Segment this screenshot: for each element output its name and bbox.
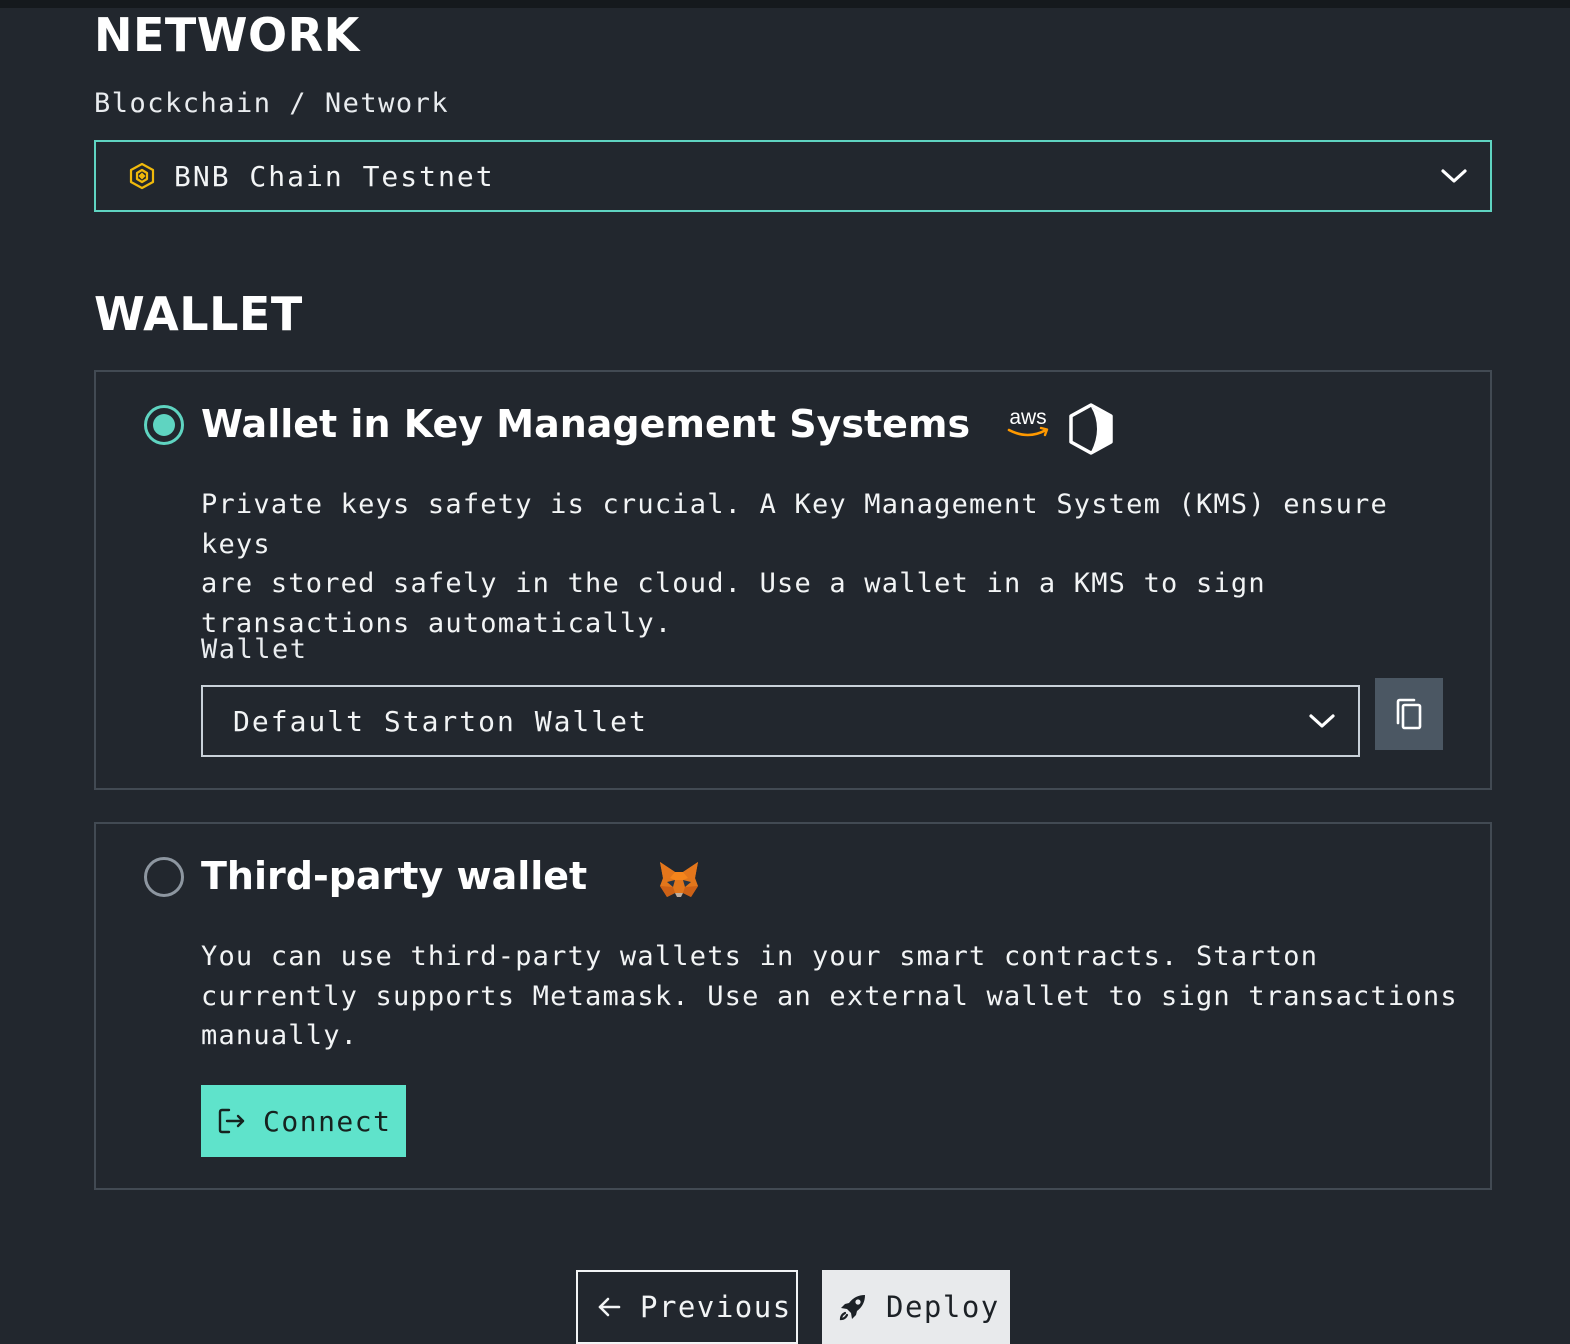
metamask-fox-logo xyxy=(660,862,698,897)
kms-wallet-description: Private keys safety is crucial. A Key Ma… xyxy=(201,489,1388,639)
bnb-coin-icon xyxy=(129,162,155,190)
chevron-down-icon xyxy=(1441,169,1467,183)
blockchain-network-label: Blockchain / Network xyxy=(94,88,450,119)
connect-button-label: Connect xyxy=(263,1104,392,1138)
network-select[interactable]: BNB Chain Testnet xyxy=(94,140,1492,212)
third-party-wallet-title: Third-party wallet xyxy=(201,854,588,898)
wallet-select-value: Default Starton Wallet xyxy=(233,704,648,738)
copy-wallet-address-button[interactable] xyxy=(1375,678,1443,750)
wallet-select[interactable]: Default Starton Wallet xyxy=(201,685,1360,757)
network-select-value: BNB Chain Testnet xyxy=(174,159,495,193)
aws-logo: aws xyxy=(1007,408,1049,437)
third-party-wallet-radio[interactable] xyxy=(144,857,184,897)
deploy-button-label: Deploy xyxy=(886,1290,1000,1324)
rocket-icon xyxy=(839,1295,865,1321)
kms-wallet-radio[interactable] xyxy=(144,405,184,445)
wallet-heading: WALLET xyxy=(94,287,303,341)
arrow-left-icon xyxy=(598,1297,621,1317)
chevron-down-icon xyxy=(1309,714,1335,728)
previous-button-label: Previous xyxy=(640,1290,792,1324)
login-icon xyxy=(218,1108,245,1134)
copy-icon xyxy=(1396,698,1422,730)
kms-wallet-title: Wallet in Key Management Systems xyxy=(201,402,971,446)
third-party-wallet-description: You can use third-party wallets in your … xyxy=(201,941,1458,1051)
network-heading: NETWORK xyxy=(94,8,360,62)
kms-wallet-card[interactable]: Wallet in Key Management Systems aws Pri… xyxy=(94,370,1492,790)
deploy-button[interactable]: Deploy xyxy=(822,1270,1010,1344)
aws-logo-text: aws xyxy=(1009,408,1046,429)
top-bar xyxy=(0,0,1570,8)
wallet-field-label: Wallet xyxy=(201,634,308,665)
previous-button[interactable]: Previous xyxy=(576,1270,798,1344)
connect-wallet-button[interactable]: Connect xyxy=(201,1085,406,1157)
hashicorp-vault-logo xyxy=(1069,403,1113,455)
third-party-wallet-card[interactable]: Third-party wallet You can use third-par… xyxy=(94,822,1492,1190)
